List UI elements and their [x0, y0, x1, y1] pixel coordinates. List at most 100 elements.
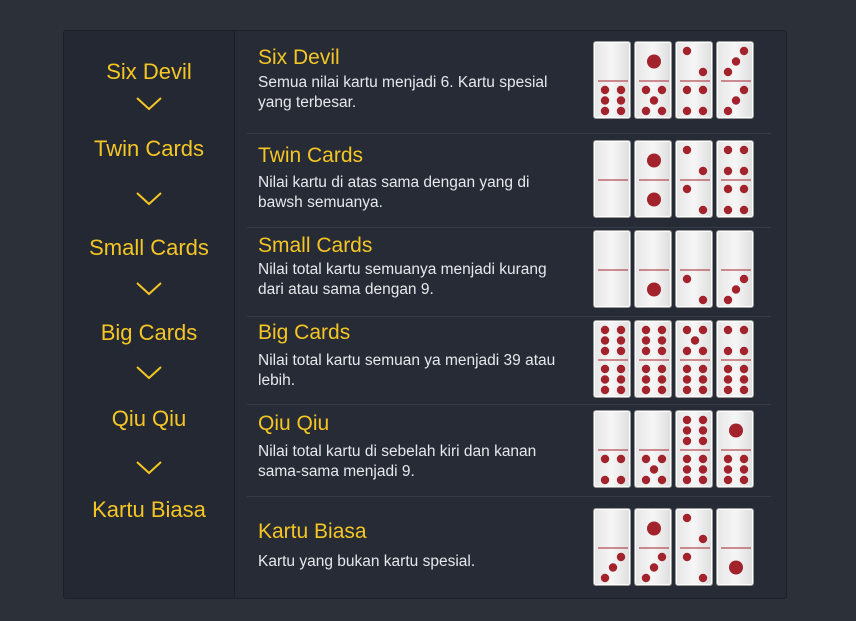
domino-pip	[723, 465, 733, 474]
list-item: Small Cards Nilai total kartu semuanya m…	[247, 227, 771, 317]
domino-pip	[682, 46, 692, 56]
domino-pip	[739, 364, 749, 374]
domino-pip	[641, 325, 651, 335]
domino-pip	[647, 282, 661, 297]
domino-pip	[698, 573, 708, 583]
domino-pip	[641, 364, 651, 374]
domino-pip	[616, 85, 626, 95]
domino-pip	[739, 46, 749, 56]
domino-pip	[682, 513, 692, 523]
domino-tile	[593, 410, 631, 488]
domino-pip	[739, 274, 749, 284]
domino-pip	[682, 325, 692, 335]
sidebar-item-qiu-qiu[interactable]: Qiu Qiu	[64, 407, 234, 431]
domino-pip	[600, 385, 610, 395]
domino-pip	[723, 454, 733, 464]
sidebar-item-big-cards[interactable]: Big Cards	[64, 321, 234, 345]
domino-pip	[739, 184, 749, 194]
domino-pip	[600, 325, 610, 335]
domino-pip	[600, 336, 610, 345]
domino-pip	[731, 57, 741, 66]
domino-pip	[682, 184, 692, 194]
domino-pip	[682, 364, 692, 374]
domino-pip	[600, 364, 610, 374]
domino-pip	[657, 106, 667, 116]
domino-pip	[649, 96, 659, 105]
domino-pip	[641, 454, 651, 464]
domino-pip	[657, 375, 667, 384]
domino-pip	[698, 415, 708, 425]
domino-pip	[657, 346, 667, 356]
row-description: Nilai total kartu semuanya menjadi kuran…	[258, 261, 547, 298]
domino-pip	[616, 96, 626, 105]
domino-pip	[739, 454, 749, 464]
domino-tile	[593, 230, 631, 308]
domino-pip	[682, 465, 692, 474]
sidebar-item-kartu-biasa[interactable]: Kartu Biasa	[64, 498, 234, 522]
domino-tile	[634, 410, 672, 488]
domino-pip	[723, 205, 733, 215]
list-item: Six Devil Semua nilai kartu menjadi 6. K…	[247, 31, 771, 134]
domino-pip	[698, 85, 708, 95]
domino-tile	[593, 508, 631, 586]
row-description: Kartu yang bukan kartu spesial.	[258, 553, 476, 570]
list-item: Qiu Qiu Nilai total kartu di sebelah kir…	[247, 404, 771, 497]
domino-pip	[682, 552, 692, 562]
domino-pip	[641, 573, 651, 583]
domino-pip	[682, 385, 692, 395]
domino-pip	[616, 454, 626, 464]
sidebar-item-twin-cards[interactable]: Twin Cards	[64, 137, 234, 161]
domino-pip	[616, 364, 626, 374]
domino-tile	[716, 140, 754, 218]
domino-pip	[739, 325, 749, 335]
domino-pip	[657, 325, 667, 335]
domino-pip	[723, 346, 733, 356]
domino-pip	[723, 67, 733, 77]
domino-tile	[634, 320, 672, 398]
domino-tile	[675, 41, 713, 119]
row-title: Six Devil	[258, 46, 340, 69]
domino-pip	[739, 205, 749, 215]
sidebar-item-six-devil[interactable]: Six Devil	[64, 60, 234, 84]
domino-pip	[723, 106, 733, 116]
chevron-down-icon	[136, 461, 162, 475]
domino-pip	[698, 295, 708, 305]
row-title: Qiu Qiu	[258, 412, 330, 435]
domino-pip	[641, 106, 651, 116]
domino-pip	[616, 325, 626, 335]
special-cards-panel: Six Devil Twin Cards Small Cards Big Car…	[63, 30, 787, 599]
sidebar-item-small-cards[interactable]: Small Cards	[64, 236, 234, 260]
domino-pip	[698, 454, 708, 464]
domino-pip	[698, 436, 708, 446]
domino-pip	[723, 475, 733, 485]
domino-tile	[675, 140, 713, 218]
domino-pip	[739, 475, 749, 485]
card-types-list: Six Devil Semua nilai kartu menjadi 6. K…	[247, 31, 771, 598]
domino-pip	[698, 67, 708, 77]
domino-pip	[739, 85, 749, 95]
domino-tile	[634, 230, 672, 308]
domino-pip	[682, 436, 692, 446]
domino-pip	[723, 184, 733, 194]
domino-pip	[682, 426, 692, 435]
domino-pip	[647, 192, 661, 207]
domino-pip	[690, 336, 700, 345]
domino-pip	[723, 375, 733, 384]
domino-pip	[739, 145, 749, 155]
domino-pip	[616, 475, 626, 485]
domino-pip	[600, 375, 610, 384]
domino-pip	[657, 336, 667, 345]
domino-pip	[647, 153, 661, 168]
chevron-down-icon	[136, 282, 162, 296]
domino-tile	[634, 508, 672, 586]
domino-tile	[716, 320, 754, 398]
domino-pip	[657, 475, 667, 485]
domino-pip	[698, 534, 708, 544]
domino-pip	[616, 336, 626, 345]
domino-pip	[698, 364, 708, 374]
row-description: Semua nilai kartu menjadi 6. Kartu spesi…	[258, 74, 548, 111]
domino-pip	[723, 295, 733, 305]
domino-pip	[698, 385, 708, 395]
domino-tile	[634, 41, 672, 119]
domino-pip	[739, 346, 749, 356]
